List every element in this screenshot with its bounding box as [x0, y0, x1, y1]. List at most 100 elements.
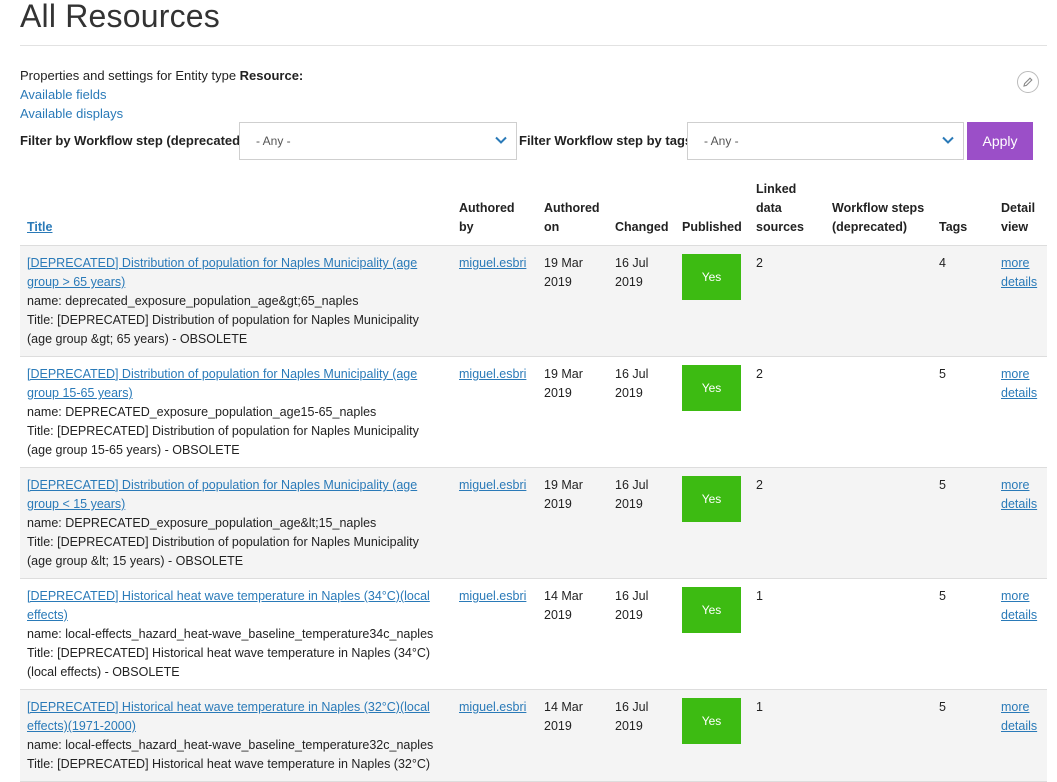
resource-full-title: Title: [DEPRECATED] Historical heat wave…	[27, 646, 431, 679]
author-cell: miguel.esbri	[452, 578, 537, 690]
workflow-cell	[825, 356, 932, 468]
detail-cell: more details	[994, 245, 1047, 357]
linked-cell: 1	[749, 578, 825, 690]
author-link[interactable]: miguel.esbri	[459, 256, 526, 270]
workflow-filter-label: Filter by Workflow step (deprecated)	[20, 133, 245, 148]
table-row: [DEPRECATED] Historical heat wave temper…	[20, 578, 1047, 690]
more-details-link[interactable]: more details	[1001, 700, 1037, 733]
resource-machine-name: name: deprecated_exposure_population_age…	[27, 294, 359, 308]
tags-cell: 5	[932, 578, 994, 690]
column-header-workflow: Workflow steps (deprecated)	[825, 180, 932, 246]
available-fields-link[interactable]: Available fields	[20, 85, 303, 104]
available-displays-link[interactable]: Available displays	[20, 104, 303, 123]
author-link[interactable]: miguel.esbri	[459, 700, 526, 714]
column-header-authored-by: Authored by	[452, 180, 537, 246]
table-row: [DEPRECATED] Distribution of population …	[20, 467, 1047, 579]
tags-filter-label: Filter Workflow step by tags	[519, 133, 693, 148]
linked-cell: 2	[749, 245, 825, 357]
resource-machine-name: name: DEPRECATED_exposure_population_age…	[27, 405, 377, 419]
column-header-linked: Linked data sources	[749, 180, 825, 246]
column-header-tags: Tags	[932, 180, 994, 246]
changed-cell: 16 Jul 2019	[608, 356, 675, 468]
workflow-cell	[825, 467, 932, 579]
tags-filter-value: - Any -	[704, 134, 739, 148]
resource-title-link[interactable]: [DEPRECATED] Historical heat wave temper…	[27, 589, 430, 622]
resource-title-link[interactable]: [DEPRECATED] Distribution of population …	[27, 478, 417, 511]
resource-full-title: Title: [DEPRECATED] Historical heat wave…	[27, 757, 431, 771]
authored-on-cell: 19 Mar 2019	[537, 356, 608, 468]
published-badge: Yes	[682, 587, 741, 633]
more-details-link[interactable]: more details	[1001, 367, 1037, 400]
workflow-filter-select[interactable]: - Any -	[239, 122, 517, 160]
detail-cell: more details	[994, 356, 1047, 468]
resource-full-title: Title: [DEPRECATED] Distribution of popu…	[27, 424, 419, 457]
changed-cell: 16 Jul 2019	[608, 467, 675, 579]
resource-machine-name: name: local-effects_hazard_heat-wave_bas…	[27, 627, 434, 641]
more-details-link[interactable]: more details	[1001, 589, 1037, 622]
linked-cell: 2	[749, 467, 825, 579]
linked-cell: 2	[749, 356, 825, 468]
published-cell: Yes	[675, 578, 749, 690]
changed-cell: 16 Jul 2019	[608, 578, 675, 690]
column-header-title[interactable]: Title	[20, 180, 452, 246]
authored-on-cell: 14 Mar 2019	[537, 578, 608, 690]
tags-cell: 4	[932, 245, 994, 357]
authored-on-cell: 19 Mar 2019	[537, 467, 608, 579]
more-details-link[interactable]: more details	[1001, 478, 1037, 511]
published-badge: Yes	[682, 476, 741, 522]
published-badge: Yes	[682, 254, 741, 300]
tags-filter-select[interactable]: - Any -	[687, 122, 964, 160]
more-details-link[interactable]: more details	[1001, 256, 1037, 289]
detail-cell: more details	[994, 467, 1047, 579]
resource-machine-name: name: DEPRECATED_exposure_population_age…	[27, 516, 377, 530]
title-cell: [DEPRECATED] Distribution of population …	[20, 245, 452, 357]
workflow-cell	[825, 245, 932, 357]
title-cell: [DEPRECATED] Distribution of population …	[20, 467, 452, 579]
entity-properties: Properties and settings for Entity type …	[20, 66, 303, 123]
tags-cell: 5	[932, 356, 994, 468]
detail-cell: more details	[994, 578, 1047, 690]
title-cell: [DEPRECATED] Distribution of population …	[20, 356, 452, 468]
author-link[interactable]: miguel.esbri	[459, 478, 526, 492]
workflow-cell	[825, 578, 932, 690]
title-cell: [DEPRECATED] Historical heat wave temper…	[20, 578, 452, 690]
chevron-down-icon	[942, 136, 954, 144]
published-cell: Yes	[675, 356, 749, 468]
resource-title-link[interactable]: [DEPRECATED] Historical heat wave temper…	[27, 700, 430, 733]
resource-title-link[interactable]: [DEPRECATED] Distribution of population …	[27, 367, 417, 400]
chevron-down-icon	[495, 136, 507, 144]
author-cell: miguel.esbri	[452, 245, 537, 357]
table-row: [DEPRECATED] Distribution of population …	[20, 245, 1047, 357]
column-header-authored-on: Authored on	[537, 180, 608, 246]
resource-machine-name: name: local-effects_hazard_heat-wave_bas…	[27, 738, 434, 752]
tags-cell: 5	[932, 467, 994, 579]
sort-title-link[interactable]: Title	[27, 220, 52, 234]
column-header-detail: Detail view	[994, 180, 1047, 246]
apply-button[interactable]: Apply	[967, 122, 1033, 160]
author-cell: miguel.esbri	[452, 356, 537, 468]
resource-full-title: Title: [DEPRECATED] Distribution of popu…	[27, 313, 419, 346]
resources-table: Title Authored by Authored on Changed Pu…	[20, 180, 1047, 782]
pencil-icon[interactable]	[1017, 71, 1039, 93]
published-badge: Yes	[682, 365, 741, 411]
published-cell: Yes	[675, 467, 749, 579]
author-link[interactable]: miguel.esbri	[459, 367, 526, 381]
resource-full-title: Title: [DEPRECATED] Distribution of popu…	[27, 535, 419, 568]
author-cell: miguel.esbri	[452, 467, 537, 579]
workflow-filter-value: - Any -	[256, 134, 291, 148]
title-divider	[20, 45, 1047, 46]
properties-intro: Properties and settings for Entity type …	[20, 66, 303, 85]
page-title: All Resources	[20, 0, 221, 34]
table-body: [DEPRECATED] Distribution of population …	[20, 245, 1047, 782]
table-header-row: Title Authored by Authored on Changed Pu…	[20, 180, 1047, 246]
properties-entity-type: Resource:	[239, 68, 304, 83]
changed-cell: 16 Jul 2019	[608, 245, 675, 357]
authored-on-cell: 19 Mar 2019	[537, 245, 608, 357]
resource-title-link[interactable]: [DEPRECATED] Distribution of population …	[27, 256, 417, 289]
published-cell: Yes	[675, 245, 749, 357]
author-link[interactable]: miguel.esbri	[459, 589, 526, 603]
column-header-published: Published	[675, 180, 749, 246]
published-badge: Yes	[682, 698, 741, 744]
table-row: [DEPRECATED] Distribution of population …	[20, 356, 1047, 468]
column-header-changed: Changed	[608, 180, 675, 246]
